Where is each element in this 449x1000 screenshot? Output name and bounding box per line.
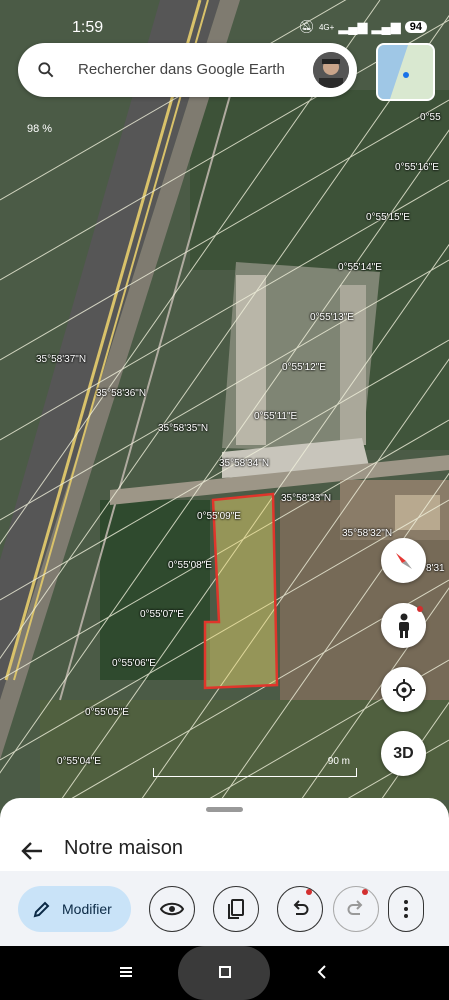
compass-button[interactable] [381,538,426,583]
coord-label: 0°55'14"E [338,262,382,273]
coord-label: 0°55'06"E [112,658,156,669]
search-bar[interactable]: Rechercher dans Google Earth [18,43,357,97]
status-bar: 1:59 🔕︎ 4G+ ▂▄▆ ▂▄▆ 94 [0,0,449,40]
notification-dot [417,606,423,612]
eye-icon [160,902,184,916]
signal-icon: ▂▄▆ [338,19,368,34]
scale-bar: 90 m [153,756,357,777]
bottom-sheet: Notre maison Modifier [0,798,449,946]
coord-label: 35°58'36"N [96,388,147,399]
pencil-icon [33,901,50,918]
modifier-button[interactable]: Modifier [18,886,131,932]
scale-label: 90 m [327,756,350,767]
coord-label: 0°55'15"E [366,212,410,223]
coord-label: 0°55'16"E [395,162,439,173]
minimap-button[interactable] [376,43,435,101]
coord-label: 35°58'37"N [36,354,87,365]
project-title: Notre maison [64,837,183,859]
more-options-button[interactable] [388,886,424,932]
coord-label: 0°55'08"E [168,560,212,571]
visibility-button[interactable] [149,886,195,932]
search-input[interactable]: Rechercher dans Google Earth [78,61,285,78]
avatar[interactable] [313,52,349,88]
undo-icon [293,900,309,915]
undo-button[interactable] [277,886,323,932]
slides-button[interactable] [213,886,259,932]
slides-icon [228,899,244,919]
redo-button[interactable] [333,886,379,932]
coord-label: 0°55'12"E [282,362,326,373]
compass-icon [395,552,412,569]
notification-dot [306,889,312,895]
coord-label: 35°58'34"N [219,458,270,469]
network-label: 4G+ [318,22,335,32]
system-nav-bar [0,946,449,1000]
more-vert-icon [404,900,408,918]
coord-label: 0°55'05"E [85,707,129,718]
modifier-label: Modifier [62,901,112,917]
person-icon [398,613,409,638]
home-icon[interactable] [218,965,232,979]
back-nav-icon[interactable] [315,965,329,979]
satellite-map[interactable]: 0°55 0°55'16"E 0°55'15"E 0°55'14"E 0°55'… [0,0,449,830]
notification-dot [362,889,368,895]
coord-label: 0°55'11"E [254,411,298,422]
street-view-button[interactable] [381,603,426,648]
avatar-photo [313,52,349,88]
signal-icon: ▂▄▆ [371,19,401,34]
coord-label: 0°55'07"E [140,609,184,620]
redo-icon [347,900,363,915]
map-imagery [0,0,449,830]
coord-label: 0°55'04"E [57,756,101,767]
3d-toggle-button[interactable]: 3D [381,731,426,776]
back-arrow-icon[interactable] [18,837,46,865]
my-location-button[interactable] [381,667,426,712]
coord-label: 0°55 [420,112,441,123]
minimap-icon [378,45,433,99]
coord-label: 35°58'33"N [281,493,332,504]
status-time: 1:59 [72,19,104,36]
recents-icon[interactable] [119,965,133,979]
coord-label: 35°58'35"N [158,423,209,434]
coord-label: 8'31 [426,563,445,574]
battery-icon: 94 [404,21,427,33]
mute-icon: 🔕︎ [298,19,315,34]
zoom-percent: 98 % [27,123,53,135]
project-toolbar: Modifier [0,871,449,946]
drag-handle[interactable] [206,807,243,812]
status-icons: 🔕︎ 4G+ ▂▄▆ ▂▄▆ 94 [298,19,427,35]
my-location-icon [392,678,415,701]
search-icon [38,62,54,78]
coord-label: 0°55'13"E [310,312,354,323]
coord-label: 35°58'32"N [342,528,393,539]
coord-label: 0°55'09"E [197,511,241,522]
